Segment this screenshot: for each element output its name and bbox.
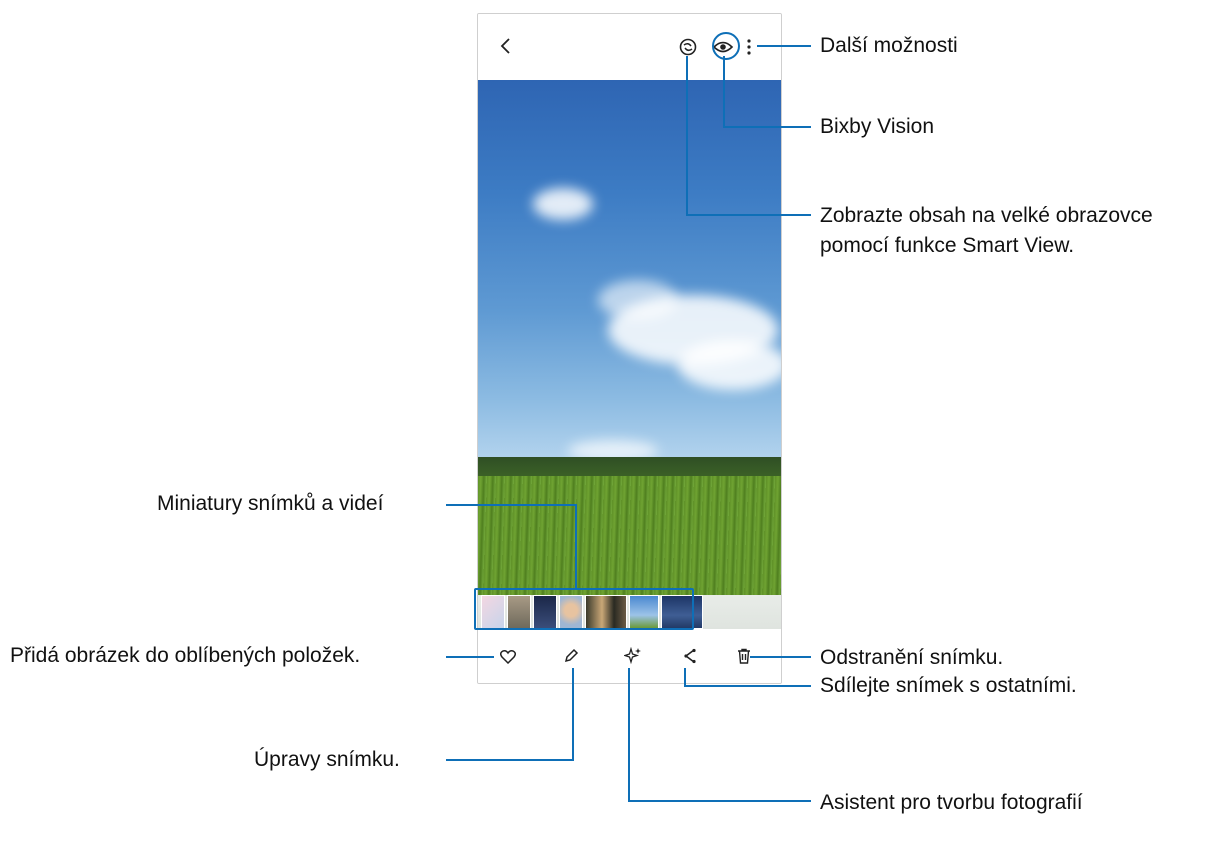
callout-line [723, 126, 811, 128]
callout-line [757, 45, 811, 47]
callout-line [684, 685, 811, 687]
callout-line [750, 656, 811, 658]
edit-label: Úpravy snímku. [254, 748, 400, 771]
smart-view-label-line2: pomocí funkce Smart View. [820, 234, 1075, 257]
callout-line [446, 656, 494, 658]
favourite-label: Přidá obrázek do oblíbených položek. [10, 644, 361, 667]
thumbnail-highlight [474, 588, 694, 630]
callout-line [575, 504, 577, 590]
cloud [678, 340, 781, 390]
more-options-label: Další možnosti [820, 34, 958, 57]
delete-label: Odstranění snímku. [820, 646, 1004, 669]
callout-line [446, 504, 577, 506]
bixby-vision-highlight [712, 32, 740, 60]
more-options-icon[interactable] [742, 34, 756, 60]
thumbnails-label: Miniatury snímků a videí [157, 492, 384, 515]
assistant-label: Asistent pro tvorbu fotografií [820, 791, 1083, 814]
sparkle-icon[interactable] [620, 643, 646, 669]
smart-view-label-line1: Zobrazte obsah na velké obrazovce [820, 204, 1153, 227]
callout-line [572, 668, 574, 761]
callout-line [628, 668, 630, 802]
photo-view[interactable] [478, 80, 781, 595]
back-icon[interactable] [493, 33, 519, 59]
share-icon[interactable] [677, 643, 703, 669]
share-label: Sdílejte snímek s ostatními. [820, 674, 1077, 697]
cloud [533, 188, 593, 220]
callout-line [723, 56, 725, 128]
bixby-vision-label: Bixby Vision [820, 115, 935, 138]
heart-icon[interactable] [495, 643, 521, 669]
callout-line [686, 214, 811, 216]
phone-screen [477, 13, 782, 684]
callout-line [446, 759, 574, 761]
callout-line [686, 56, 688, 216]
callout-line [628, 800, 811, 802]
pencil-icon[interactable] [558, 643, 584, 669]
grass-field [478, 476, 781, 595]
smart-view-icon[interactable] [675, 34, 701, 60]
